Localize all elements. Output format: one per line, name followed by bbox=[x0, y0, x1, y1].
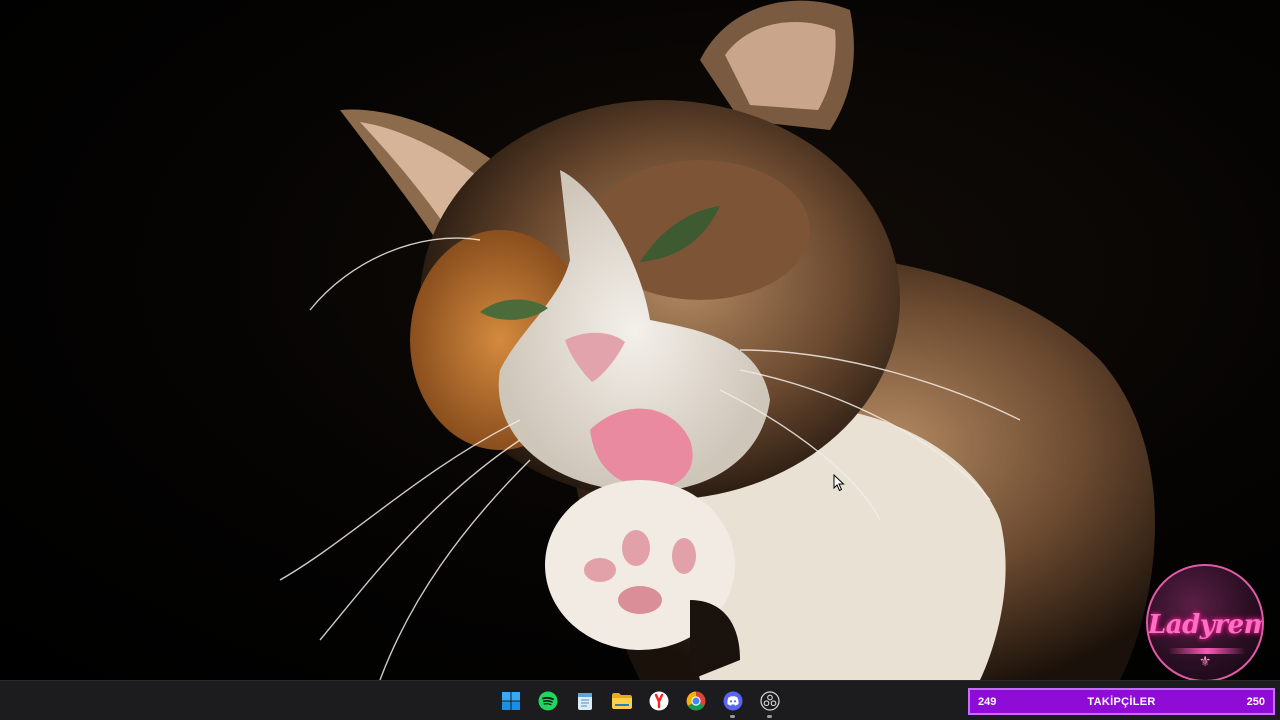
folder-icon bbox=[611, 693, 632, 709]
start-button[interactable] bbox=[492, 681, 529, 720]
notepad-button[interactable] bbox=[566, 681, 603, 720]
notepad-icon bbox=[577, 693, 592, 710]
streamer-logo: Ladyrem ⚜ bbox=[1146, 564, 1264, 682]
spotify-icon bbox=[538, 691, 557, 711]
running-indicator bbox=[767, 715, 772, 718]
file-explorer-button[interactable] bbox=[603, 681, 640, 720]
cat-photo bbox=[279, 0, 1155, 680]
spotify-button[interactable] bbox=[529, 681, 566, 720]
discord-icon bbox=[723, 691, 742, 711]
desktop-wallpaper bbox=[0, 0, 1280, 680]
follower-goal-target: 250 bbox=[1246, 695, 1265, 708]
logo-text: Ladyrem bbox=[1148, 610, 1264, 640]
fleur-de-lis-icon: ⚜ bbox=[1198, 654, 1212, 670]
windows-logo-icon bbox=[501, 692, 520, 710]
chrome-icon bbox=[686, 691, 705, 711]
discord-button[interactable] bbox=[714, 681, 751, 720]
running-indicator bbox=[730, 715, 735, 718]
chrome-button[interactable] bbox=[677, 681, 714, 720]
taskbar-apps bbox=[492, 681, 788, 720]
follower-goal-bar: 249 TAKİPÇİLER 250 bbox=[968, 688, 1275, 715]
yandex-icon bbox=[649, 691, 668, 711]
follower-current-count: 249 bbox=[978, 695, 997, 708]
yandex-browser-button[interactable] bbox=[640, 681, 677, 720]
mouse-cursor-icon bbox=[833, 474, 845, 492]
obs-icon bbox=[759, 691, 780, 711]
obs-studio-button[interactable] bbox=[751, 681, 788, 720]
follower-goal-label: TAKİPÇİLER bbox=[1087, 695, 1156, 708]
